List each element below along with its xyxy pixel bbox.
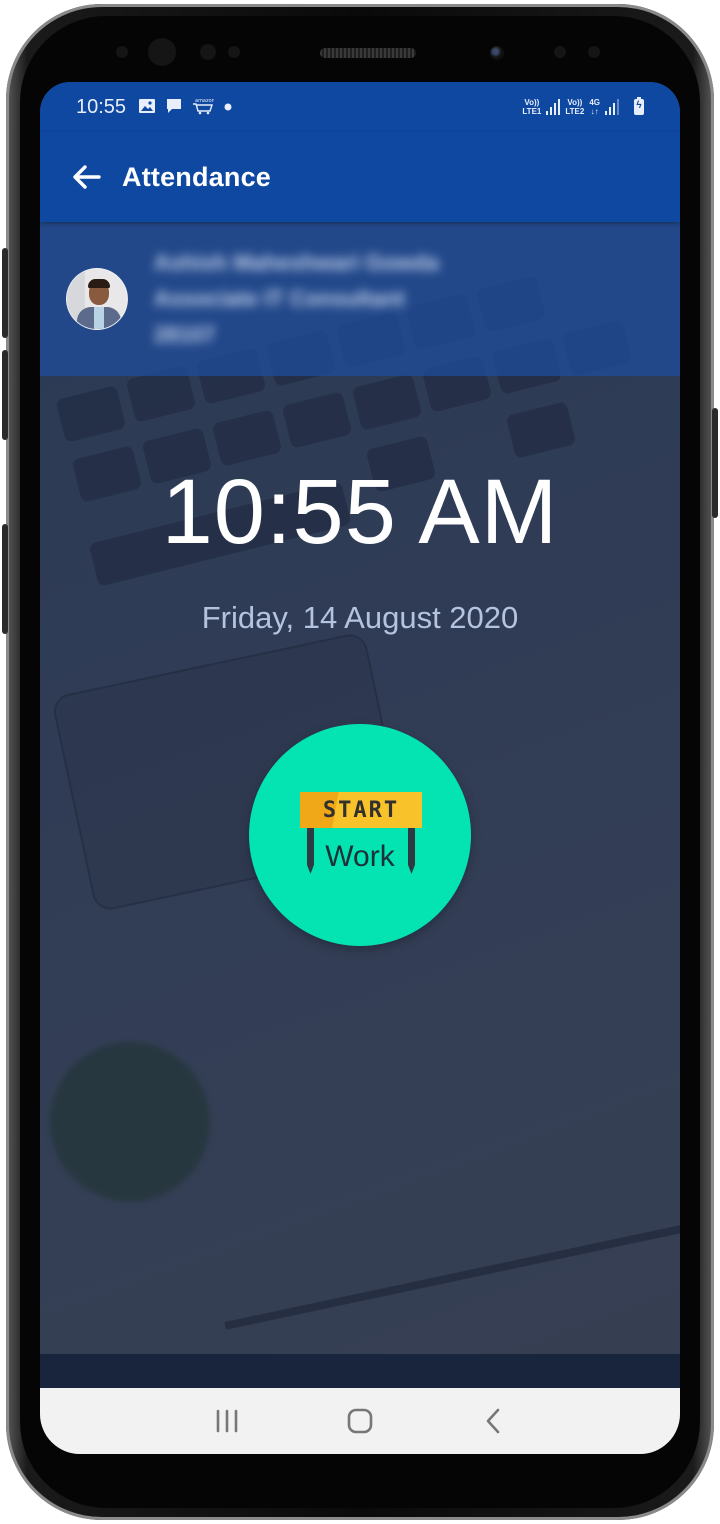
app-bar: Attendance — [40, 132, 680, 222]
message-icon — [165, 97, 183, 118]
network-type: 4G ↓↑ — [589, 98, 600, 116]
home-icon — [347, 1408, 373, 1434]
front-camera — [490, 46, 504, 60]
power-button — [712, 408, 718, 518]
arrow-left-icon — [73, 165, 101, 189]
sensor — [554, 46, 566, 58]
sim2-signal-icon — [605, 99, 619, 115]
system-nav-bar — [40, 1388, 680, 1454]
gallery-icon — [138, 98, 156, 117]
battery-charging-icon: ϟ — [634, 97, 644, 115]
sim2-label: Vo)) LTE2 — [565, 98, 585, 116]
avatar — [66, 268, 128, 330]
start-work-button[interactable]: START Work — [249, 724, 471, 946]
dot-icon — [223, 100, 233, 115]
home-button[interactable] — [335, 1401, 385, 1441]
page-title: Attendance — [122, 161, 272, 192]
volume-down-button — [2, 350, 8, 440]
sim1-signal-icon — [546, 99, 561, 115]
iris-sensor — [148, 38, 176, 66]
profile-panel: Ashish Maheshwari Gowda Associate IT Con… — [40, 222, 680, 376]
back-chevron-icon — [487, 1408, 500, 1434]
current-date: Friday, 14 August 2020 — [201, 600, 519, 635]
employee-name: Ashish Maheshwari Gowda — [154, 250, 439, 275]
amazon-cart-icon: amazon — [192, 97, 215, 118]
system-back-button[interactable] — [468, 1401, 518, 1441]
sensor — [588, 46, 600, 58]
current-time: 10:55 AM — [161, 461, 559, 563]
status-time: 10:55 — [76, 95, 127, 118]
bixby-button — [2, 524, 8, 634]
volume-up-button — [2, 248, 8, 338]
sensor — [116, 46, 128, 58]
employee-id: 28107 — [154, 322, 216, 347]
data-arrows-icon: ↓↑ — [590, 107, 599, 116]
recent-apps-button[interactable] — [202, 1401, 252, 1441]
svg-text:amazon: amazon — [195, 98, 214, 104]
start-banner-label: START — [322, 797, 400, 823]
status-bar: 10:55 amazon Vo)) LTE1 Vo)) LTE2 4G ↓↑ ϟ — [40, 82, 680, 132]
bottom-strip — [40, 1354, 680, 1388]
start-work-label: Work — [325, 840, 395, 873]
sensor — [228, 46, 240, 58]
employee-designation: Associate IT Consultant — [154, 286, 405, 311]
recent-apps-icon — [216, 1409, 237, 1433]
earpiece-speaker — [320, 48, 416, 58]
sim1-label: Vo)) LTE1 — [522, 98, 542, 116]
screen: 10:55 amazon Vo)) LTE1 Vo)) LTE2 4G ↓↑ ϟ… — [40, 82, 680, 1454]
sensor — [200, 44, 216, 60]
start-banner-icon: START — [300, 792, 422, 828]
back-button[interactable] — [68, 159, 104, 195]
